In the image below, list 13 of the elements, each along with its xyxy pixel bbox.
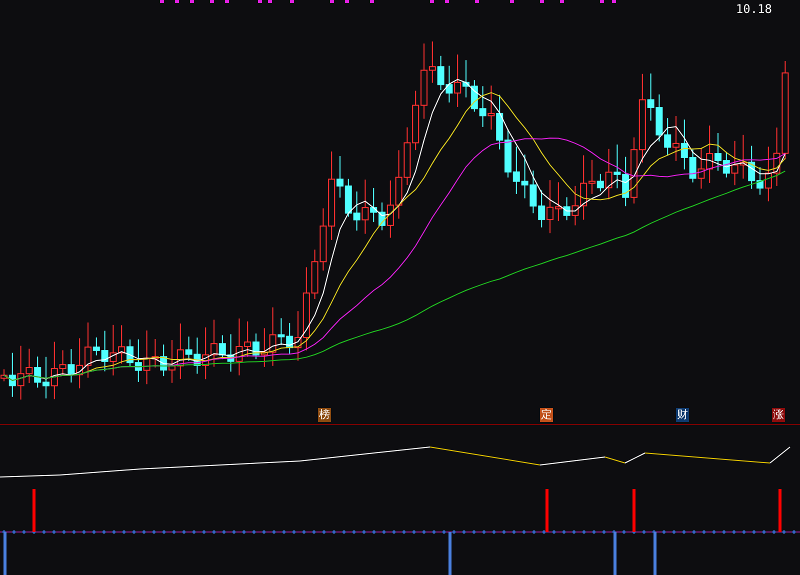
- signal-bar: [654, 532, 656, 575]
- event-marker: 涨: [772, 408, 785, 422]
- event-marker: 榜: [318, 408, 331, 422]
- event-marker: 定: [540, 408, 553, 422]
- signal-bar: [778, 489, 782, 532]
- event-marker: 财: [676, 408, 689, 422]
- signal-bar: [614, 532, 616, 575]
- signal-bar: [32, 489, 36, 532]
- signal-bar: [632, 489, 636, 532]
- signal-bar: [546, 489, 548, 532]
- price-high-label: 10.18: [736, 2, 772, 16]
- signal-bar: [4, 532, 6, 575]
- signal-bar: [448, 532, 452, 575]
